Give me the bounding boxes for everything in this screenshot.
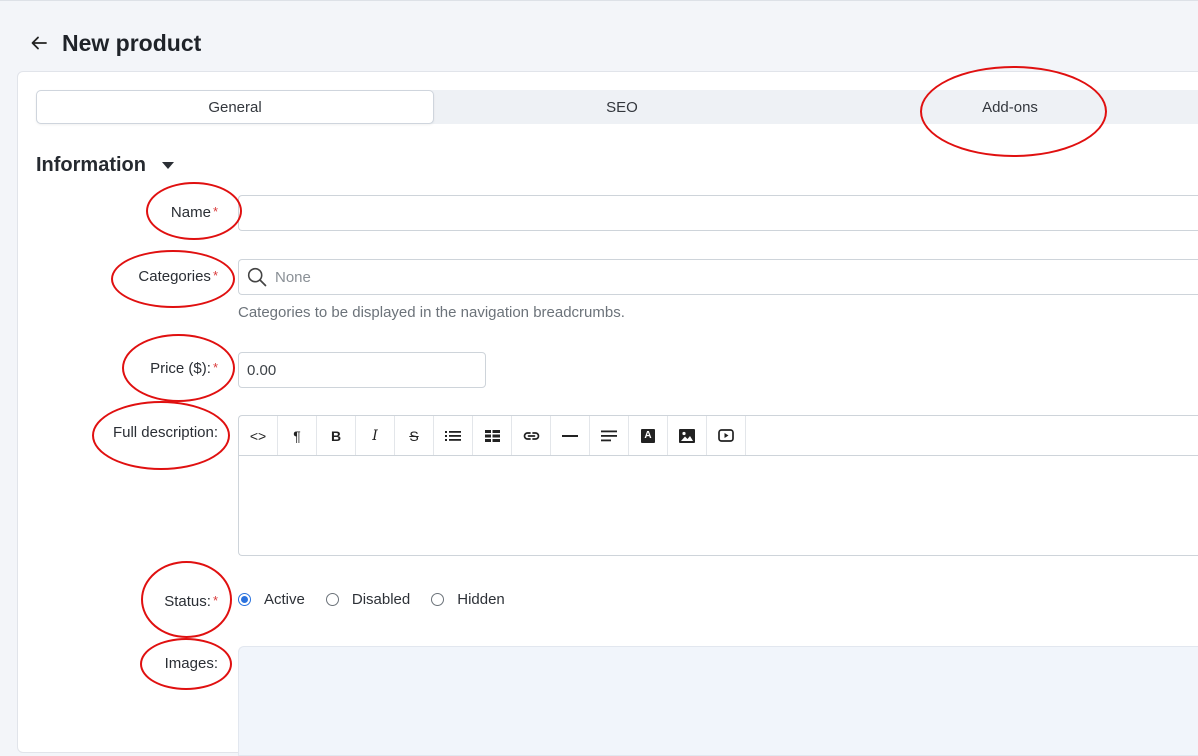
link-icon [523, 431, 539, 440]
text-color-icon: A [641, 428, 655, 443]
italic-icon: I [372, 427, 378, 444]
code-view-button[interactable]: <> [239, 416, 278, 455]
description-label-text: Full description: [112, 424, 218, 441]
categories-label-text: Categories [138, 268, 211, 285]
information-section-toggle[interactable]: Information [36, 154, 174, 177]
radio-hidden[interactable] [431, 593, 445, 606]
product-form-card: General SEO Add-ons Information Name * Ca… [17, 71, 1198, 756]
status-label-text: Status: [164, 593, 211, 610]
page-header: New product [27, 28, 201, 58]
align-icon [601, 430, 617, 441]
description-label: Full description: [113, 424, 218, 441]
horizontal-rule-button[interactable] [551, 416, 590, 455]
strikethrough-icon: S [409, 427, 419, 444]
section-title: Information [36, 154, 146, 176]
caret-down-icon [162, 162, 174, 169]
status-option-active[interactable]: Active [238, 591, 305, 608]
image-icon [679, 428, 695, 443]
top-border [0, 0, 1198, 1]
text-color-button[interactable]: A [629, 416, 668, 455]
price-value: 0.00 [247, 361, 277, 379]
required-mark: * [212, 204, 218, 219]
code-view-icon: <> [249, 427, 267, 444]
arrow-left-icon [31, 36, 47, 50]
categories-help-text: Categories to be displayed in the naviga… [238, 304, 625, 321]
insert-image-button[interactable] [668, 416, 707, 455]
name-label: Name * [171, 204, 218, 221]
horizontal-rule-icon [562, 434, 578, 437]
required-mark: * [212, 593, 218, 608]
status-radio-group: Active Disabled Hidden [238, 591, 526, 608]
status-option-label: Hidden [457, 591, 505, 608]
categories-label: Categories * [138, 268, 218, 285]
insert-video-button[interactable] [707, 416, 746, 455]
bold-button[interactable]: B [317, 416, 356, 455]
table-icon [484, 429, 500, 442]
strikethrough-button[interactable]: S [395, 416, 434, 455]
required-mark: * [212, 360, 218, 375]
radio-active[interactable] [238, 593, 251, 606]
status-label: Status: * [164, 593, 218, 610]
categories-placeholder: None [275, 268, 311, 286]
bullet-list-icon [445, 430, 461, 441]
status-option-label: Active [264, 591, 305, 608]
align-button[interactable] [590, 416, 629, 455]
back-button[interactable] [27, 31, 51, 55]
price-input[interactable]: 0.00 [238, 352, 486, 388]
tab-add-ons[interactable]: Add-ons [810, 90, 1198, 124]
editor-toolbar: <> ¶ B I S A [239, 416, 1198, 456]
paragraph-icon: ¶ [293, 427, 301, 444]
page-title: New product [62, 29, 202, 56]
status-option-hidden[interactable]: Hidden [431, 591, 505, 608]
bullet-list-button[interactable] [434, 416, 473, 455]
required-mark: * [212, 268, 218, 283]
bold-icon: B [330, 427, 342, 444]
tab-seo[interactable]: SEO [434, 90, 810, 124]
price-label-text: Price ($): [150, 360, 211, 377]
images-upload-area[interactable] [238, 646, 1198, 756]
link-button[interactable] [512, 416, 551, 455]
status-option-label: Disabled [351, 591, 411, 608]
images-label-text: Images: [164, 655, 218, 672]
tab-general[interactable]: General [36, 90, 434, 124]
paragraph-button[interactable]: ¶ [278, 416, 317, 455]
search-icon [247, 267, 267, 287]
name-input[interactable] [238, 195, 1198, 231]
images-label: Images: [165, 655, 218, 672]
categories-search-input[interactable]: None [238, 259, 1198, 295]
price-label: Price ($): * [150, 360, 218, 377]
name-label-text: Name [170, 204, 211, 221]
description-editor[interactable]: <> ¶ B I S A [238, 415, 1198, 556]
status-option-disabled[interactable]: Disabled [325, 591, 411, 608]
radio-disabled[interactable] [325, 593, 339, 606]
table-button[interactable] [473, 416, 512, 455]
tab-bar: General SEO Add-ons [36, 90, 1198, 124]
video-icon [718, 429, 734, 442]
italic-button[interactable]: I [356, 416, 395, 455]
